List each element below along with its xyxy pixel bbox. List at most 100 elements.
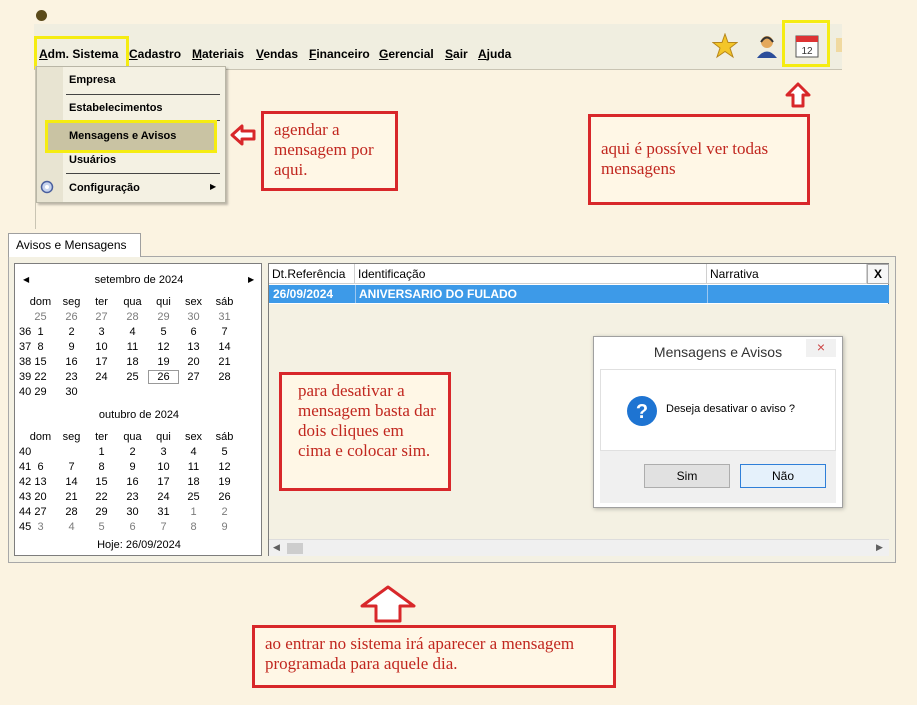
calendar-day[interactable]: 31 — [148, 506, 179, 518]
menu-materiais[interactable]: Materiais — [192, 47, 244, 61]
calendar-day[interactable]: 27 — [178, 371, 209, 383]
menu-ajuda[interactable]: Ajuda — [478, 47, 511, 61]
calendar-today-label[interactable]: Hoje: 26/09/2024 — [15, 539, 263, 551]
calendar-day[interactable]: 5 — [148, 326, 179, 338]
calendar-day[interactable]: 7 — [209, 326, 240, 338]
menu-financeiro[interactable]: Financeiro — [309, 47, 370, 61]
calendar-day[interactable]: 15 — [25, 356, 56, 368]
calendar-day[interactable]: 29 — [86, 506, 117, 518]
dialog-close-button[interactable]: × — [806, 339, 836, 357]
calendar-day[interactable]: 1 — [178, 506, 209, 518]
calendar-day[interactable]: 30 — [56, 386, 87, 398]
menu-cadastro[interactable]: Cadastro — [129, 47, 181, 61]
calendar-day[interactable]: 10 — [148, 461, 179, 473]
calendar-day[interactable]: 14 — [209, 341, 240, 353]
calendar-day[interactable]: 1 — [25, 326, 56, 338]
calendar-day[interactable]: 1 — [86, 446, 117, 458]
calendar-day[interactable]: 7 — [148, 521, 179, 533]
calendar-day[interactable]: 18 — [178, 476, 209, 488]
calendar-day[interactable]: 8 — [178, 521, 209, 533]
calendar-day[interactable]: 21 — [56, 491, 87, 503]
dropdown-item-usuarios[interactable]: Usuários — [69, 154, 116, 166]
calendar-day[interactable]: 28 — [209, 371, 240, 383]
scroll-thumb[interactable] — [287, 543, 303, 554]
calendar-day[interactable]: 6 — [178, 326, 209, 338]
calendar-day[interactable]: 26 — [56, 311, 87, 323]
user-support-icon[interactable] — [754, 33, 780, 59]
calendar-day[interactable]: 25 — [178, 491, 209, 503]
grid-close-button[interactable]: X — [867, 264, 889, 284]
calendar-day[interactable]: 20 — [25, 491, 56, 503]
menu-adm-sistema[interactable]: Adm. Sistema — [39, 47, 118, 61]
calendar-day[interactable]: 4 — [117, 326, 148, 338]
calendar-day[interactable]: 17 — [148, 476, 179, 488]
dropdown-item-estabelecimentos[interactable]: Estabelecimentos — [69, 102, 163, 114]
calendar-day[interactable]: 6 — [25, 461, 56, 473]
calendar-day[interactable]: 11 — [117, 341, 148, 353]
calendar-day[interactable]: 31 — [209, 311, 240, 323]
calendar-day[interactable]: 5 — [209, 446, 240, 458]
calendar-day[interactable]: 28 — [117, 311, 148, 323]
calendar-day[interactable]: 29 — [25, 386, 56, 398]
calendar-day-today[interactable]: 26 — [148, 370, 179, 384]
calendar-day[interactable]: 16 — [56, 356, 87, 368]
calendar-day[interactable]: 7 — [56, 461, 87, 473]
calendar-day[interactable]: 12 — [209, 461, 240, 473]
calendar-day[interactable]: 27 — [86, 311, 117, 323]
calendar-day[interactable]: 10 — [86, 341, 117, 353]
scroll-right-icon[interactable]: ▶ — [876, 542, 883, 553]
calendar-day[interactable]: 15 — [86, 476, 117, 488]
calendar-day[interactable]: 25 — [117, 371, 148, 383]
calendar-day[interactable]: 26 — [209, 491, 240, 503]
calendar-day[interactable]: 9 — [209, 521, 240, 533]
no-button[interactable]: Não — [740, 464, 826, 488]
calendar-day[interactable]: 24 — [148, 491, 179, 503]
star-icon[interactable] — [711, 32, 739, 59]
calendar-day[interactable]: 30 — [117, 506, 148, 518]
calendar-day[interactable]: 4 — [56, 521, 87, 533]
calendar-day[interactable]: 21 — [209, 356, 240, 368]
calendar-day[interactable]: 25 — [25, 311, 56, 323]
calendar-day[interactable]: 9 — [56, 341, 87, 353]
calendar-day[interactable]: 29 — [148, 311, 179, 323]
calendar-day[interactable]: 2 — [117, 446, 148, 458]
dropdown-item-configuracao[interactable]: Configuração — [69, 182, 140, 194]
calendar-day[interactable]: 23 — [117, 491, 148, 503]
calendar-day[interactable]: 23 — [56, 371, 87, 383]
calendar-day[interactable]: 14 — [56, 476, 87, 488]
calendar-day[interactable]: 2 — [209, 506, 240, 518]
dropdown-item-empresa[interactable]: Empresa — [69, 74, 115, 86]
calendar-day[interactable]: 4 — [178, 446, 209, 458]
menu-vendas[interactable]: Vendas — [256, 47, 298, 61]
calendar-day[interactable]: 8 — [86, 461, 117, 473]
calendar-day[interactable]: 19 — [148, 356, 179, 368]
calendar-day[interactable]: 13 — [25, 476, 56, 488]
scroll-left-icon[interactable]: ◀ — [273, 542, 280, 553]
calendar-day[interactable]: 30 — [178, 311, 209, 323]
column-header-narrativa[interactable]: Narrativa — [707, 264, 867, 284]
calendar-day[interactable]: 3 — [25, 521, 56, 533]
calendar-day[interactable]: 13 — [178, 341, 209, 353]
table-row[interactable]: 26/09/2024 ANIVERSARIO DO FULADO — [269, 285, 889, 303]
calendar-day[interactable]: 8 — [25, 341, 56, 353]
calendar-day[interactable]: 9 — [117, 461, 148, 473]
calendar-day[interactable]: 3 — [86, 326, 117, 338]
calendar-day[interactable]: 18 — [117, 356, 148, 368]
calendar-day[interactable]: 3 — [148, 446, 179, 458]
calendar-day[interactable]: 12 — [148, 341, 179, 353]
calendar-day[interactable]: 16 — [117, 476, 148, 488]
menu-sair[interactable]: Sair — [445, 47, 468, 61]
calendar-day[interactable]: 28 — [56, 506, 87, 518]
tab-avisos-mensagens[interactable]: Avisos e Mensagens — [8, 233, 141, 257]
dropdown-item-mensagens-avisos[interactable]: Mensagens e Avisos — [69, 130, 176, 142]
column-header-dt-referencia[interactable]: Dt.Referência — [269, 264, 355, 284]
calendar-day[interactable]: 19 — [209, 476, 240, 488]
calendar-day[interactable]: 5 — [86, 521, 117, 533]
horizontal-scrollbar[interactable]: ◀ ▶ — [269, 539, 889, 556]
calendar-day[interactable]: 22 — [25, 371, 56, 383]
column-header-identificacao[interactable]: Identificação — [355, 264, 707, 284]
calendar-day[interactable]: 27 — [25, 506, 56, 518]
calendar-day[interactable]: 17 — [86, 356, 117, 368]
calendar-day[interactable]: 22 — [86, 491, 117, 503]
calendar-day[interactable]: 6 — [117, 521, 148, 533]
